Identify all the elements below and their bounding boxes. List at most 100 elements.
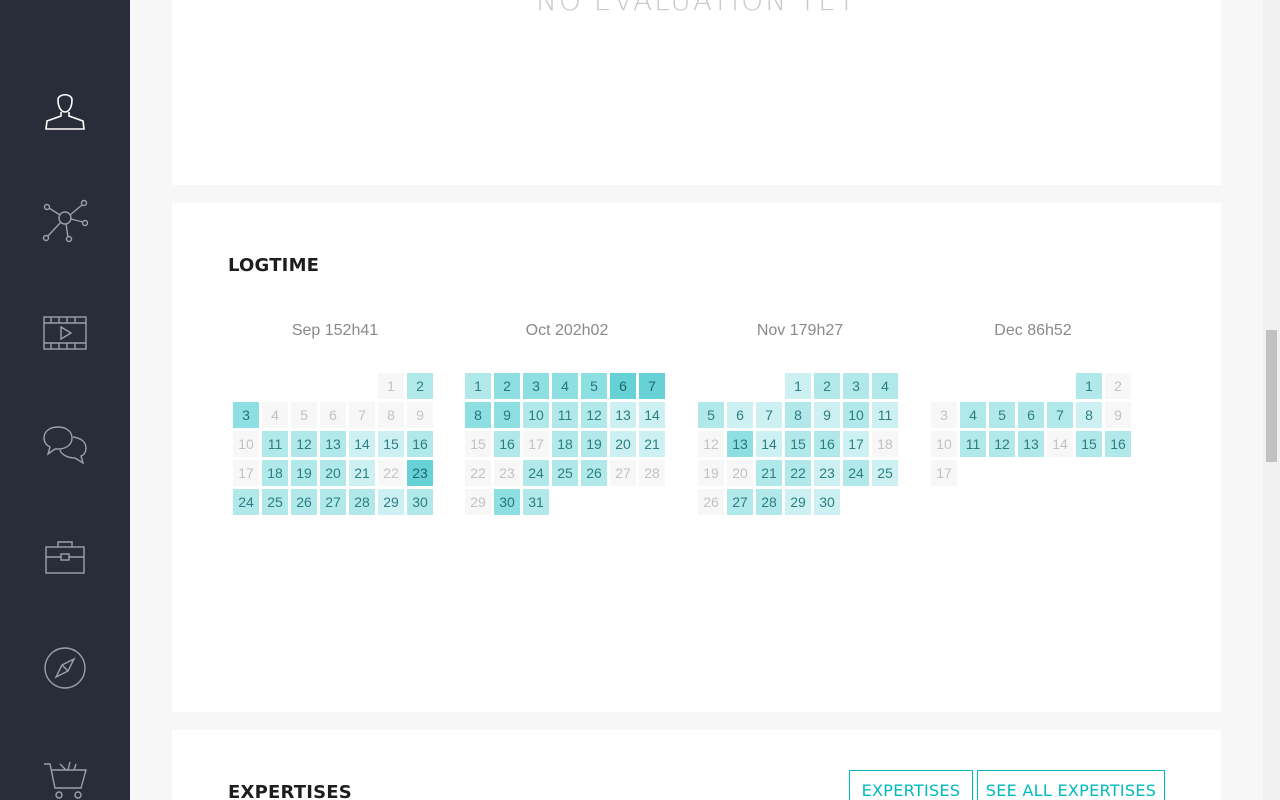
calendar-day[interactable]: 10 xyxy=(931,431,957,457)
calendar-day[interactable]: 13 xyxy=(727,431,753,457)
calendar-day[interactable]: 30 xyxy=(814,489,840,515)
calendar-day[interactable]: 20 xyxy=(610,431,636,457)
calendar-day[interactable]: 4 xyxy=(872,373,898,399)
calendar-day[interactable]: 9 xyxy=(1105,402,1131,428)
calendar-day[interactable]: 3 xyxy=(931,402,957,428)
calendar-day[interactable]: 17 xyxy=(843,431,869,457)
calendar-day[interactable]: 2 xyxy=(407,373,433,399)
calendar-day[interactable]: 16 xyxy=(1105,431,1131,457)
calendar-day[interactable]: 21 xyxy=(756,460,782,486)
calendar-day[interactable]: 26 xyxy=(581,460,607,486)
calendar-day[interactable]: 17 xyxy=(233,460,259,486)
calendar-day[interactable]: 19 xyxy=(581,431,607,457)
calendar-day[interactable]: 30 xyxy=(494,489,520,515)
calendar-day[interactable]: 20 xyxy=(727,460,753,486)
calendar-day[interactable]: 2 xyxy=(814,373,840,399)
calendar-day[interactable]: 6 xyxy=(320,402,346,428)
sidebar-item-companies[interactable] xyxy=(40,532,90,582)
calendar-day[interactable]: 28 xyxy=(349,489,375,515)
calendar-day[interactable]: 1 xyxy=(378,373,404,399)
calendar-day[interactable]: 17 xyxy=(931,460,957,486)
calendar-day[interactable]: 8 xyxy=(1076,402,1102,428)
calendar-day[interactable]: 22 xyxy=(785,460,811,486)
calendar-day[interactable]: 6 xyxy=(610,373,636,399)
calendar-day[interactable]: 12 xyxy=(581,402,607,428)
calendar-day[interactable]: 11 xyxy=(872,402,898,428)
calendar-day[interactable]: 22 xyxy=(465,460,491,486)
calendar-day[interactable]: 29 xyxy=(465,489,491,515)
calendar-day[interactable]: 12 xyxy=(989,431,1015,457)
calendar-day[interactable]: 29 xyxy=(378,489,404,515)
calendar-day[interactable]: 4 xyxy=(552,373,578,399)
calendar-day[interactable]: 21 xyxy=(349,460,375,486)
calendar-day[interactable]: 19 xyxy=(291,460,317,486)
calendar-day[interactable]: 14 xyxy=(349,431,375,457)
page-scrollbar[interactable] xyxy=(1263,0,1280,800)
calendar-day[interactable]: 9 xyxy=(494,402,520,428)
calendar-day[interactable]: 15 xyxy=(378,431,404,457)
calendar-day[interactable]: 20 xyxy=(320,460,346,486)
calendar-day[interactable]: 17 xyxy=(523,431,549,457)
calendar-day[interactable]: 8 xyxy=(465,402,491,428)
see-all-expertises-button[interactable]: SEE ALL EXPERTISES xyxy=(977,770,1165,800)
calendar-day[interactable]: 9 xyxy=(814,402,840,428)
calendar-day[interactable]: 23 xyxy=(407,460,433,486)
calendar-day[interactable]: 3 xyxy=(233,402,259,428)
calendar-day[interactable]: 24 xyxy=(233,489,259,515)
calendar-day[interactable]: 31 xyxy=(523,489,549,515)
calendar-day[interactable]: 7 xyxy=(756,402,782,428)
calendar-day[interactable]: 2 xyxy=(494,373,520,399)
calendar-day[interactable]: 15 xyxy=(785,431,811,457)
calendar-day[interactable]: 27 xyxy=(610,460,636,486)
calendar-day[interactable]: 1 xyxy=(785,373,811,399)
calendar-day[interactable]: 27 xyxy=(320,489,346,515)
calendar-day[interactable]: 2 xyxy=(1105,373,1131,399)
calendar-day[interactable]: 11 xyxy=(552,402,578,428)
calendar-day[interactable]: 13 xyxy=(320,431,346,457)
calendar-day[interactable]: 25 xyxy=(262,489,288,515)
calendar-day[interactable]: 25 xyxy=(552,460,578,486)
calendar-day[interactable]: 14 xyxy=(1047,431,1073,457)
calendar-day[interactable]: 4 xyxy=(960,402,986,428)
calendar-day[interactable]: 15 xyxy=(465,431,491,457)
calendar-day[interactable]: 27 xyxy=(727,489,753,515)
calendar-day[interactable]: 16 xyxy=(814,431,840,457)
calendar-day[interactable]: 7 xyxy=(349,402,375,428)
calendar-day[interactable]: 3 xyxy=(523,373,549,399)
calendar-day[interactable]: 10 xyxy=(843,402,869,428)
calendar-day[interactable]: 10 xyxy=(523,402,549,428)
calendar-day[interactable]: 29 xyxy=(785,489,811,515)
sidebar-item-compass[interactable] xyxy=(40,643,90,693)
calendar-day[interactable]: 8 xyxy=(378,402,404,428)
sidebar-item-shop[interactable] xyxy=(40,755,90,800)
calendar-day[interactable]: 18 xyxy=(262,460,288,486)
sidebar-item-profile[interactable] xyxy=(40,84,90,134)
calendar-day[interactable]: 5 xyxy=(989,402,1015,428)
calendar-day[interactable]: 16 xyxy=(407,431,433,457)
calendar-day[interactable]: 7 xyxy=(1047,402,1073,428)
calendar-day[interactable]: 30 xyxy=(407,489,433,515)
calendar-day[interactable]: 11 xyxy=(960,431,986,457)
calendar-day[interactable]: 18 xyxy=(552,431,578,457)
calendar-day[interactable]: 18 xyxy=(872,431,898,457)
calendar-day[interactable]: 5 xyxy=(581,373,607,399)
calendar-day[interactable]: 13 xyxy=(1018,431,1044,457)
calendar-day[interactable]: 26 xyxy=(698,489,724,515)
sidebar-item-graph[interactable] xyxy=(40,196,90,246)
calendar-day[interactable]: 1 xyxy=(465,373,491,399)
calendar-day[interactable]: 24 xyxy=(523,460,549,486)
scrollbar-thumb[interactable] xyxy=(1266,330,1277,462)
calendar-day[interactable]: 14 xyxy=(756,431,782,457)
expertises-button[interactable]: EXPERTISES xyxy=(849,770,973,800)
calendar-day[interactable]: 14 xyxy=(639,402,665,428)
calendar-day[interactable]: 7 xyxy=(639,373,665,399)
calendar-day[interactable]: 11 xyxy=(262,431,288,457)
calendar-day[interactable]: 25 xyxy=(872,460,898,486)
calendar-day[interactable]: 23 xyxy=(814,460,840,486)
calendar-day[interactable]: 10 xyxy=(233,431,259,457)
calendar-day[interactable]: 23 xyxy=(494,460,520,486)
calendar-day[interactable]: 9 xyxy=(407,402,433,428)
calendar-day[interactable]: 24 xyxy=(843,460,869,486)
calendar-day[interactable]: 26 xyxy=(291,489,317,515)
calendar-day[interactable]: 5 xyxy=(698,402,724,428)
